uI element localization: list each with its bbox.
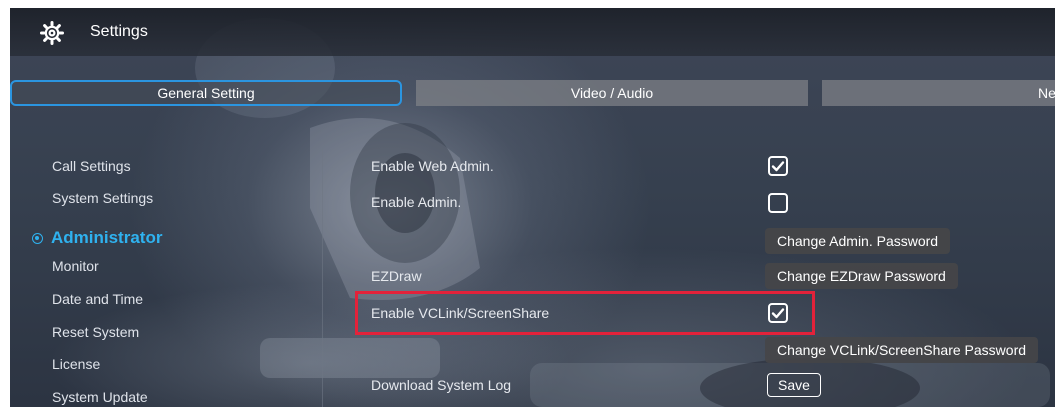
sidebar-item-label: Administrator <box>51 228 163 247</box>
sidebar-item-license[interactable]: License <box>52 356 100 372</box>
tab-video-audio[interactable]: Video / Audio <box>416 80 808 106</box>
change-vclink-password-button[interactable]: Change VCLink/ScreenShare Password <box>765 337 1039 363</box>
tab-general-setting[interactable]: General Setting <box>10 80 402 106</box>
enable-admin-checkbox[interactable] <box>768 193 788 213</box>
sidebar-item-date-and-time[interactable]: Date and Time <box>52 291 143 307</box>
ezdraw-label: EZDraw <box>371 268 422 284</box>
enable-admin-label: Enable Admin. <box>371 194 462 210</box>
top-bar: Settings <box>10 8 1055 56</box>
save-button[interactable]: Save <box>767 373 821 397</box>
sidebar-item-monitor[interactable]: Monitor <box>52 258 99 274</box>
highlight-box <box>355 291 815 335</box>
enable-web-admin-label: Enable Web Admin. <box>371 158 494 174</box>
enable-web-admin-checkbox[interactable] <box>768 156 788 176</box>
change-admin-password-button[interactable]: Change Admin. Password <box>765 228 951 254</box>
sidebar-item-administrator[interactable]: Administrator <box>32 228 162 248</box>
download-system-log-label: Download System Log <box>371 377 512 393</box>
page-title: Settings <box>90 23 148 40</box>
change-ezdraw-password-button[interactable]: Change EZDraw Password <box>765 263 958 289</box>
active-indicator-icon <box>32 232 43 244</box>
gear-icon <box>40 21 64 45</box>
tab-network[interactable]: Network <box>822 80 1055 106</box>
sidebar-item-reset-system[interactable]: Reset System <box>52 324 139 340</box>
sidebar-item-system-update[interactable]: System Update <box>52 389 148 405</box>
sidebar-item-call-settings[interactable]: Call Settings <box>52 158 131 174</box>
settings-screen: Settings General Setting Video / Audio N… <box>10 8 1055 407</box>
sidebar-item-system-settings[interactable]: System Settings <box>52 190 153 206</box>
section-divider <box>322 148 323 407</box>
checkmark-icon <box>771 161 785 172</box>
